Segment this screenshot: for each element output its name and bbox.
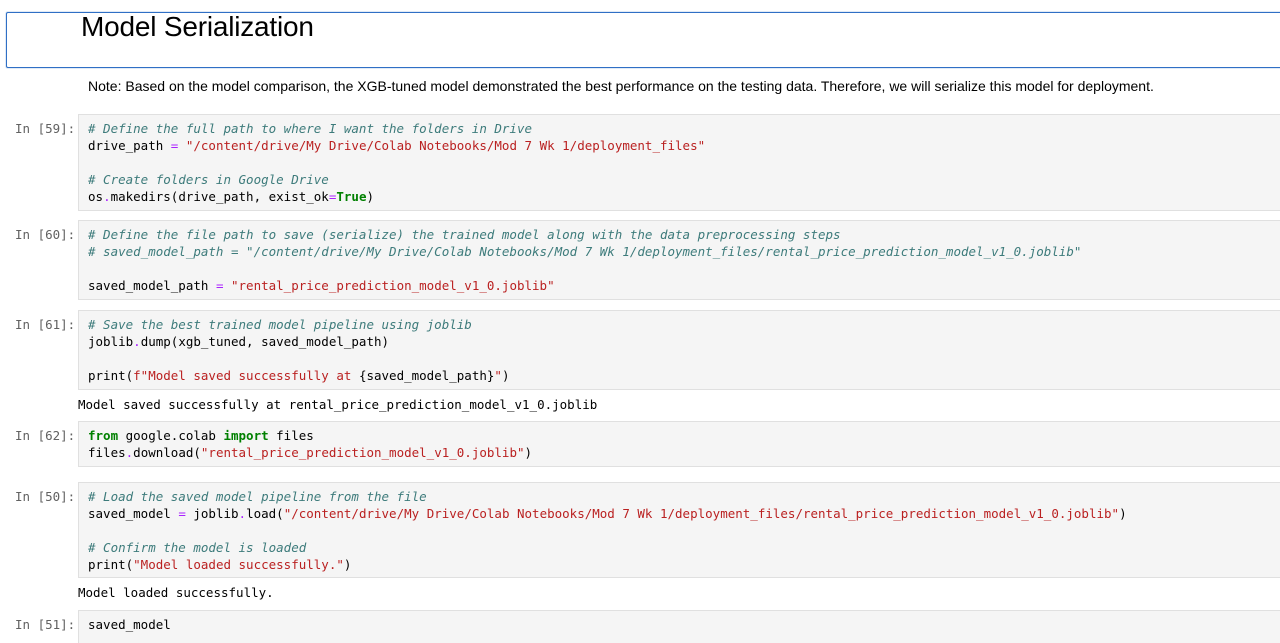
section-heading: Model Serialization <box>81 11 314 42</box>
code-editor[interactable]: # Define the full path to where I want t… <box>88 120 705 205</box>
code-token-name: ) <box>366 189 375 204</box>
code-token-name: ) <box>343 557 352 572</box>
cell-output: Model saved successfully at rental_price… <box>78 397 598 412</box>
code-line: # Save the best trained model pipeline u… <box>88 316 509 333</box>
code-line: # Confirm the model is loaded <box>88 539 1127 556</box>
code-token-string: f"Model saved successfully at <box>133 368 359 383</box>
code-token-name: files <box>268 428 314 443</box>
code-line: # saved_model_path = "/content/drive/My … <box>88 243 1081 260</box>
code-token-comment: # Define the file path to save (serializ… <box>88 227 841 242</box>
code-token-name: google.colab <box>118 428 224 443</box>
code-line: from google.colab import files <box>88 427 532 444</box>
code-token-comment: # Load the saved model pipeline from the… <box>88 489 427 504</box>
code-token-name: dump(xgb_tuned, saved_model_path) <box>140 334 390 349</box>
code-token-name: joblib <box>185 506 239 521</box>
code-token-string: "rental_price_prediction_model_v1_0.jobl… <box>231 278 555 293</box>
code-token-name: os <box>88 189 104 204</box>
code-token-name: print( <box>88 557 134 572</box>
code-editor[interactable]: # Define the file path to save (serializ… <box>88 226 1081 294</box>
code-line: # Create folders in Google Drive <box>88 171 705 188</box>
code-token-name: drive_path <box>88 138 171 153</box>
cell-prompt: In [59]: <box>15 121 76 136</box>
code-line: # Define the file path to save (serializ… <box>88 226 1081 243</box>
code-line: saved_model = joblib.load("/content/driv… <box>88 505 1127 522</box>
code-token-name: saved_model <box>88 506 179 521</box>
code-token-comment: # saved_model_path = "/content/drive/My … <box>88 244 1082 259</box>
cell-prompt: In [62]: <box>15 428 76 443</box>
code-token-name: load( <box>246 506 284 521</box>
code-token-keyword: from <box>88 428 119 443</box>
code-token-string: "Model loaded successfully." <box>133 557 344 572</box>
code-token-name <box>178 138 186 153</box>
code-cell-input[interactable] <box>78 610 1280 643</box>
code-line: drive_path = "/content/drive/My Drive/Co… <box>88 137 705 154</box>
code-token-name: {saved_model_path} <box>358 368 495 383</box>
cell-output: Model loaded successfully. <box>78 585 274 600</box>
code-token-name: saved_model_path <box>88 278 216 293</box>
cell-prompt: In [50]: <box>15 489 76 504</box>
code-token-name: download( <box>133 445 201 460</box>
code-token-operator: . <box>238 506 247 521</box>
code-editor[interactable]: saved_model <box>88 616 171 633</box>
code-line: saved_model <box>88 616 171 633</box>
code-line: print("Model loaded successfully.") <box>88 556 1127 573</box>
code-token-keyword: import <box>223 428 269 443</box>
code-token-comment: # Save the best trained model pipeline u… <box>88 317 472 332</box>
code-token-comment: # Create folders in Google Drive <box>88 172 329 187</box>
code-token-string: "rental_price_prediction_model_v1_0.jobl… <box>200 445 525 460</box>
code-token-keyword: True <box>336 189 367 204</box>
code-line: files.download("rental_price_prediction_… <box>88 444 532 461</box>
code-token-name: ) <box>524 445 533 460</box>
code-token-name: print( <box>88 368 134 383</box>
code-token-name: saved_model <box>88 617 171 632</box>
code-line: joblib.dump(xgb_tuned, saved_model_path) <box>88 333 509 350</box>
code-token-name: joblib <box>88 334 134 349</box>
code-token-string: " <box>494 368 502 383</box>
code-line: # Load the saved model pipeline from the… <box>88 488 1127 505</box>
code-token-operator: . <box>133 334 141 349</box>
code-token-name: ) <box>501 368 510 383</box>
code-token-string: "/content/drive/My Drive/Colab Notebooks… <box>283 506 1120 521</box>
code-line: # Define the full path to where I want t… <box>88 120 705 137</box>
code-token-comment: # Define the full path to where I want t… <box>88 121 533 136</box>
code-token-operator: . <box>103 189 111 204</box>
code-token-name: makedirs(drive_path, exist_ok <box>110 189 329 204</box>
code-token-string: "/content/drive/My Drive/Colab Notebooks… <box>185 138 706 153</box>
code-editor[interactable]: # Save the best trained model pipeline u… <box>88 316 509 384</box>
cell-prompt: In [61]: <box>15 317 76 332</box>
code-token-name: ) <box>1119 506 1127 521</box>
code-line: os.makedirs(drive_path, exist_ok=True) <box>88 188 705 205</box>
cell-prompt: In [60]: <box>15 227 76 242</box>
code-token-name: files <box>88 445 126 460</box>
code-token-operator: = <box>178 506 186 521</box>
code-token-name <box>223 278 231 293</box>
code-line: print(f"Model saved successfully at {sav… <box>88 367 509 384</box>
markdown-note: Note: Based on the model comparison, the… <box>88 78 1154 94</box>
cell-prompt: In [51]: <box>15 617 76 632</box>
code-token-comment: # Confirm the model is loaded <box>88 540 307 555</box>
code-line: saved_model_path = "rental_price_predict… <box>88 277 1081 294</box>
code-editor[interactable]: from google.colab import files files.down… <box>88 427 532 461</box>
notebook: Model Serialization Note: Based on the m… <box>0 0 1280 643</box>
code-editor[interactable]: # Load the saved model pipeline from the… <box>88 488 1127 573</box>
